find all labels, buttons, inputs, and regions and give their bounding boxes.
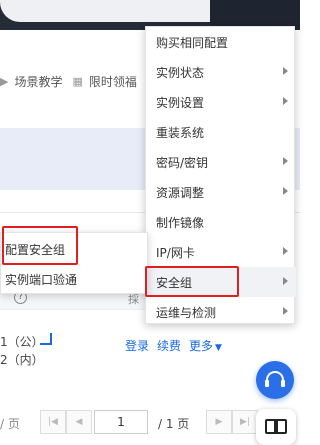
menu-item-buy-same-config[interactable]: 购买相同配置 <box>146 27 296 57</box>
menu-item-instance-status[interactable]: 实例状态 <box>146 57 296 87</box>
caret-right-icon: ▶ <box>0 74 9 88</box>
customer-support-button[interactable] <box>256 361 294 399</box>
menu-item-label: 购买相同配置 <box>156 35 229 50</box>
menu-item-label: 实例设置 <box>156 95 205 110</box>
chevron-right-icon <box>283 187 288 195</box>
menu-item-password-key[interactable]: 密码/密钥 <box>146 147 296 177</box>
menu-item-label: 重装系统 <box>156 125 205 140</box>
private-ip-text: 2（内） <box>0 353 44 367</box>
chevron-right-icon <box>283 157 288 165</box>
menu-item-label: 实例状态 <box>156 65 205 80</box>
public-ip-text: 1（公） <box>0 335 44 349</box>
prev-page-button[interactable]: ◀ <box>66 410 92 434</box>
next-page-button[interactable]: ▶ <box>206 410 232 434</box>
highlight-frame-configure <box>2 226 78 265</box>
renew-link[interactable]: 续费 <box>157 337 181 354</box>
page-toolbar: ▶ 场景教学 ▦ 限时领福 <box>0 65 150 97</box>
more-link-label: 更多 <box>189 339 214 353</box>
menu-item-label: IP/网卡 <box>156 245 195 260</box>
chevron-right-icon <box>283 67 288 75</box>
highlight-frame-security-group <box>145 266 239 297</box>
docs-button[interactable] <box>256 409 296 445</box>
menu-item-resource-adjust[interactable]: 资源调整 <box>146 177 296 207</box>
qr-code-icon: ▦ <box>72 74 83 88</box>
menu-item-ops-detection[interactable]: 运维与检测 <box>146 297 296 327</box>
menu-item-reinstall-system[interactable]: 重装系统 <box>146 117 296 147</box>
menu-item-label: 运维与检测 <box>156 305 217 320</box>
chevron-right-icon <box>283 247 288 255</box>
menu-item-label: 制作镜像 <box>156 215 205 230</box>
total-pages-text: / 1 页 <box>158 417 190 431</box>
page-number-input[interactable] <box>94 410 148 434</box>
chevron-right-icon <box>283 277 288 285</box>
toolbar-item-scenario-teaching[interactable]: ▶ 场景教学 <box>0 73 62 90</box>
toolbar-item-limited-benefit[interactable]: ▦ 限时领福 <box>72 73 136 90</box>
menu-item-instance-settings[interactable]: 实例设置 <box>146 87 296 117</box>
menu-item-create-image[interactable]: 制作镜像 <box>146 207 296 237</box>
chevron-down-icon: ▼ <box>215 343 222 353</box>
chevron-right-icon <box>283 97 288 105</box>
pagination: / 页 |◀ ◀ / 1 页 ▶ ▶| <box>0 410 300 434</box>
submenu-item-port-verification[interactable]: 实例端口验通 <box>1 264 149 294</box>
toolbar-item-label: 场景教学 <box>14 74 63 89</box>
menu-item-label: 密码/密钥 <box>156 155 209 170</box>
page-size-suffix: / 页 <box>0 417 20 431</box>
copy-icon[interactable] <box>40 333 52 345</box>
book-icon <box>265 419 287 434</box>
chevron-right-icon <box>283 307 288 315</box>
submenu-item-label: 实例端口验通 <box>5 272 78 287</box>
more-link[interactable]: 更多 ▼ <box>189 337 222 354</box>
toolbar-item-label: 限时领福 <box>88 74 137 89</box>
menu-item-label: 资源调整 <box>156 185 205 200</box>
last-page-button[interactable]: ▶| <box>232 410 258 434</box>
first-page-button[interactable]: |◀ <box>40 410 66 434</box>
menu-item-ip-nic[interactable]: IP/网卡 <box>146 237 296 267</box>
login-link[interactable]: 登录 <box>125 337 149 354</box>
row-actions: 登录 续费 更多 ▼ <box>125 337 222 354</box>
